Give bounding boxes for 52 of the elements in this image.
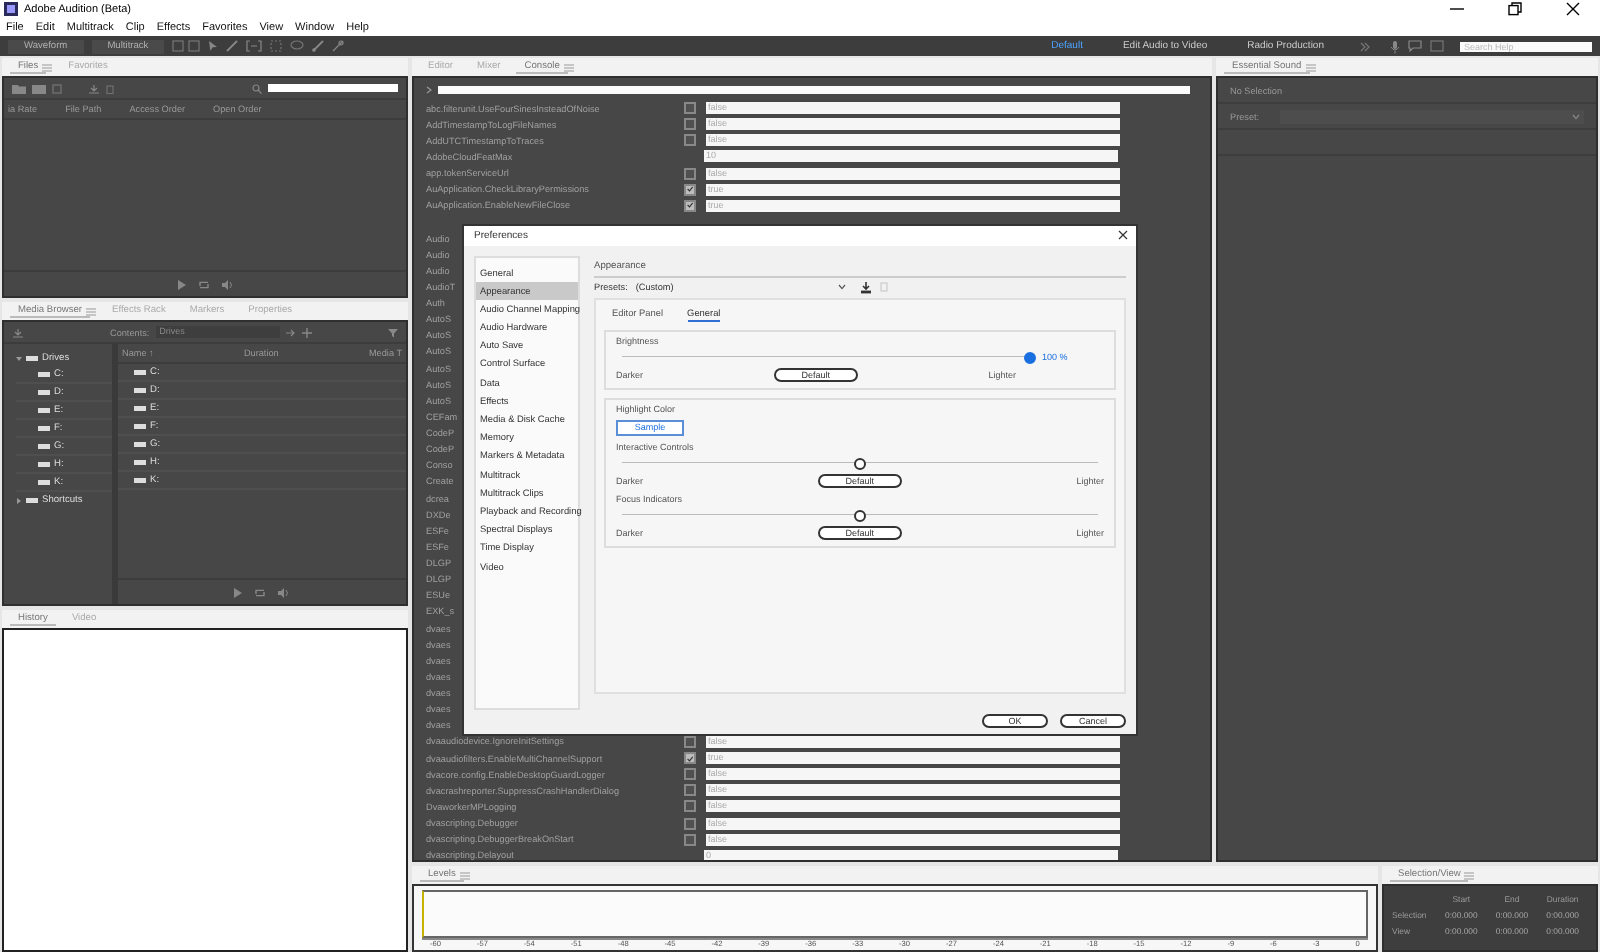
app-icon	[4, 2, 18, 16]
menu-icon[interactable]	[1464, 871, 1475, 879]
checkbox[interactable]	[684, 134, 696, 147]
checkbox[interactable]	[684, 768, 696, 781]
speaker-icon[interactable]	[221, 279, 233, 289]
close-icon[interactable]	[1566, 2, 1580, 16]
checkbox[interactable]	[684, 183, 696, 196]
brightness-slider[interactable]	[622, 351, 1030, 362]
close-icon[interactable]	[1118, 230, 1128, 241]
checkbox[interactable]	[684, 118, 696, 131]
disclosure-icon[interactable]	[16, 355, 22, 361]
prompt-icon	[426, 85, 434, 93]
checkbox[interactable]	[684, 784, 696, 797]
marquee-icon[interactable]	[270, 40, 283, 52]
plus-icon[interactable]	[301, 327, 312, 337]
checkbox[interactable]	[684, 102, 696, 115]
brackets-icon[interactable]	[246, 40, 263, 52]
chevron-down-icon	[837, 284, 846, 291]
arrow-icon[interactable]	[285, 327, 296, 337]
checkbox[interactable]	[684, 800, 696, 813]
speaker-icon[interactable]	[278, 587, 290, 597]
play-icon[interactable]	[177, 279, 185, 289]
restore-icon[interactable]	[1508, 2, 1522, 16]
menu-icon[interactable]	[1305, 63, 1316, 71]
loop-icon[interactable]	[254, 587, 266, 597]
menu-icon[interactable]	[42, 63, 53, 71]
minimize-icon[interactable]	[1450, 2, 1464, 16]
play-icon[interactable]	[234, 587, 242, 597]
checkbox[interactable]	[684, 817, 696, 830]
brush-icon[interactable]	[312, 40, 325, 52]
cursor-icon[interactable]	[208, 40, 219, 52]
loop-icon[interactable]	[197, 279, 209, 289]
search-icon[interactable]	[252, 83, 262, 93]
command-field[interactable]	[438, 85, 1190, 93]
menu-icon[interactable]	[86, 307, 96, 315]
pencil-icon[interactable]	[226, 40, 239, 52]
menu-icon[interactable]	[563, 63, 574, 71]
folder-icon[interactable]	[12, 83, 26, 93]
export-icon[interactable]	[88, 83, 100, 93]
checkbox[interactable]	[684, 199, 696, 212]
checkbox[interactable]	[684, 833, 696, 846]
download-icon[interactable]	[859, 281, 872, 294]
overflow-icon[interactable]	[1360, 41, 1370, 51]
checkbox[interactable]	[684, 752, 696, 765]
menu-icon[interactable]	[459, 871, 470, 879]
microphone-icon[interactable]	[1390, 39, 1400, 53]
search-field[interactable]	[268, 84, 398, 92]
checkbox[interactable]	[684, 167, 696, 180]
export-icon[interactable]	[12, 327, 24, 337]
chevron-down-icon	[1572, 113, 1580, 119]
chat-icon[interactable]	[1408, 40, 1422, 52]
filter-icon[interactable]	[388, 327, 398, 337]
